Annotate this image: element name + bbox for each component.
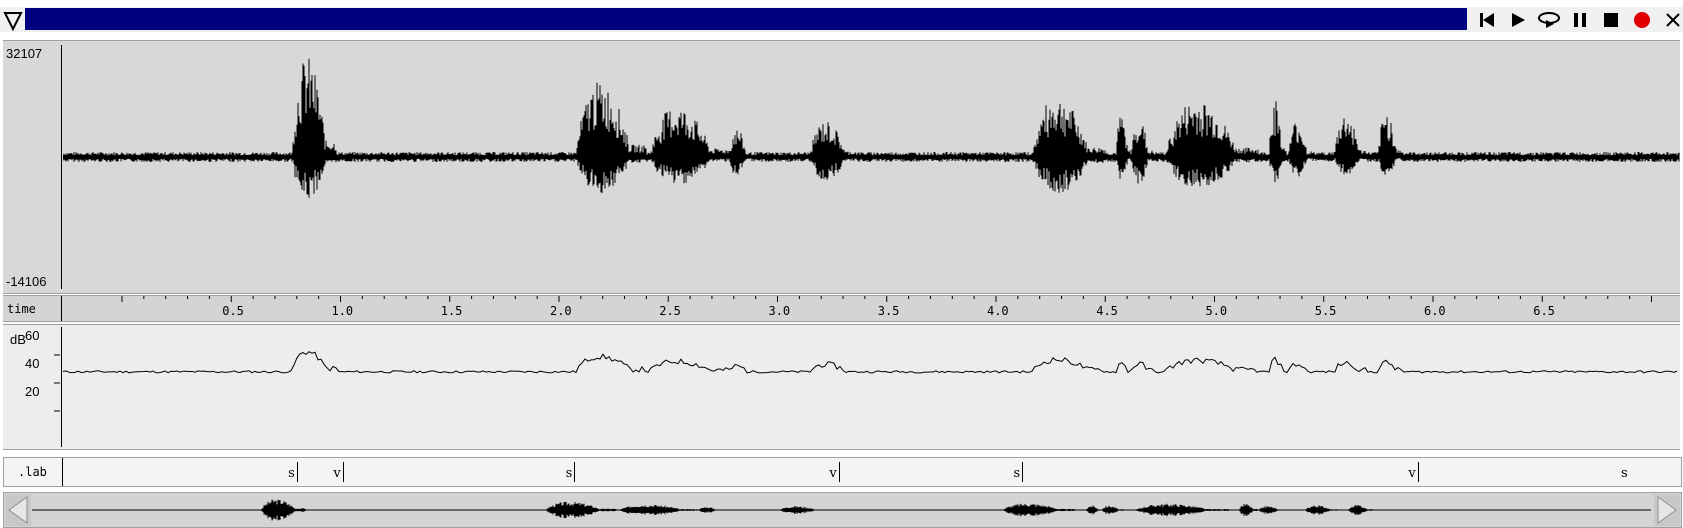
record-button[interactable] <box>1626 7 1657 32</box>
play-loop-icon <box>1537 11 1560 28</box>
pause-icon <box>1573 12 1586 27</box>
label-tier-name: .lab <box>18 465 47 479</box>
scroll-left-arrow-icon[interactable] <box>5 494 31 526</box>
pause-button[interactable] <box>1564 7 1595 32</box>
db-energy-panel[interactable]: dB 60 40 20 <box>3 324 1680 450</box>
play-icon <box>1511 12 1525 27</box>
waveform-y-axis <box>61 45 62 289</box>
time-tick-label: 5.5 <box>1314 304 1337 318</box>
label-tier-divider <box>62 458 63 486</box>
label-mark-text: s <box>1013 466 1021 481</box>
collapse-triangle-icon[interactable] <box>2 8 24 32</box>
time-tick-label: 4.5 <box>1096 304 1118 318</box>
scroll-right-arrow-icon[interactable] <box>1654 494 1680 526</box>
waveform-y-max: 32107 <box>6 46 43 61</box>
label-tier[interactable]: .lab s v s v s v s <box>3 457 1682 487</box>
time-tick-label: 3.0 <box>768 304 791 318</box>
label-mark[interactable]: v <box>324 458 344 486</box>
time-tick-label: 6.5 <box>1533 304 1555 318</box>
label-mark[interactable]: s <box>1611 458 1631 486</box>
close-button[interactable] <box>1657 7 1683 32</box>
label-mark-text: s <box>1620 466 1628 481</box>
label-mark-text: v <box>829 466 837 481</box>
db-trace <box>62 351 1678 374</box>
time-tick-label: 6.0 <box>1423 304 1446 318</box>
waveform-trace <box>63 58 1680 198</box>
label-mark-text: s <box>288 466 295 481</box>
label-mark-text: v <box>1408 466 1416 481</box>
label-mark-line <box>296 462 298 482</box>
skip-to-start-icon <box>1479 12 1494 27</box>
time-axis-divider <box>61 296 62 321</box>
label-mark-line <box>574 462 576 482</box>
time-tick-label: 1.0 <box>331 304 354 318</box>
label-mark[interactable]: v <box>820 458 840 486</box>
label-mark[interactable]: s <box>1003 458 1024 486</box>
label-mark-line <box>342 462 344 482</box>
overview-waveform[interactable] <box>32 495 1651 525</box>
play-button[interactable] <box>1502 7 1533 32</box>
play-loop-button[interactable] <box>1533 7 1564 32</box>
label-mark-text: s <box>565 466 573 481</box>
time-axis-label: time <box>7 302 36 316</box>
db-energy-plot[interactable] <box>3 325 1680 449</box>
label-mark[interactable]: s <box>555 458 576 486</box>
time-tick-label: 2.0 <box>549 304 572 318</box>
overview-scrollbar[interactable] <box>3 492 1682 528</box>
label-mark[interactable]: v <box>1399 458 1419 486</box>
window-title: pav_4385.wav[Configuration: Waveform] <box>25 8 1467 49</box>
time-tick-label: 0.5 <box>222 304 244 318</box>
label-mark-line <box>1417 462 1419 482</box>
stop-icon <box>1603 12 1618 27</box>
time-tick-label: 5.0 <box>1205 304 1228 318</box>
stop-button[interactable] <box>1595 7 1626 32</box>
time-tick-label: 3.5 <box>877 304 900 318</box>
time-tick-label: 4.0 <box>986 304 1009 318</box>
time-tick-label: 2.5 <box>659 304 681 318</box>
label-mark-text: v <box>333 466 341 481</box>
waveform-panel[interactable]: 32107 -14106 <box>3 40 1680 294</box>
record-icon <box>1633 11 1650 28</box>
waveform-y-min: -14106 <box>6 274 47 289</box>
label-mark-line <box>1022 462 1024 482</box>
waveform-plot[interactable] <box>63 41 1680 293</box>
transport-controls <box>1471 7 1683 32</box>
close-icon <box>1665 12 1680 27</box>
label-mark[interactable]: s <box>278 458 298 486</box>
skip-to-start-button[interactable] <box>1471 7 1502 32</box>
title-bar: pav_4385.wav[Configuration: Waveform] <box>0 7 1683 49</box>
time-tick-label: 1.5 <box>440 304 463 318</box>
label-mark-line <box>838 462 840 482</box>
time-axis: time 0.5 1.0 1.5 2.0 2.5 3.0 3.5 4.0 4.5 5.0 5.5 6.… <box>3 295 1680 322</box>
